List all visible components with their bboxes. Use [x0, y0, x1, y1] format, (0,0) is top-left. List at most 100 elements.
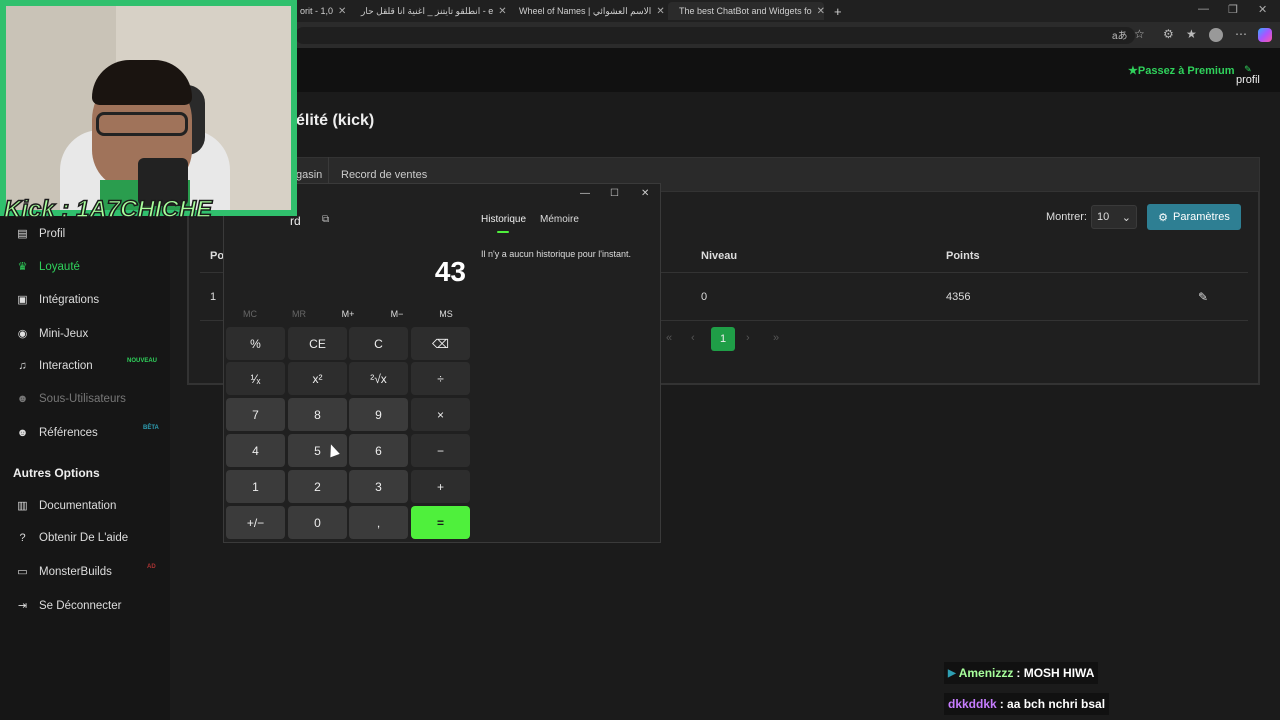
close-icon[interactable]: ✕ [1258, 3, 1267, 16]
calc-key-decimal[interactable]: , [349, 506, 408, 539]
more-menu-icon[interactable]: ⋯ [1235, 27, 1247, 41]
maximize-icon[interactable]: ❐ [1228, 3, 1238, 16]
sidebar-item-interaction[interactable]: ♫ Interaction [16, 360, 92, 372]
calc-key-ce[interactable]: CE [288, 327, 347, 360]
calc-key-clear[interactable]: C [349, 327, 408, 360]
calc-key-minus[interactable]: − [411, 434, 470, 467]
users-icon: ☻ [16, 427, 29, 439]
calc-mode-title: rd [290, 214, 301, 228]
profile-link[interactable]: ✎ profil [1236, 64, 1260, 86]
chevron-down-icon: ⌄ [1121, 212, 1131, 224]
calc-key-equals[interactable]: = [411, 506, 470, 539]
calc-key-sqrt[interactable]: ²√x [349, 362, 408, 395]
calc-key-8[interactable]: 8 [288, 398, 347, 431]
calc-key-square[interactable]: x² [288, 362, 347, 395]
calc-key-6[interactable]: 6 [349, 434, 408, 467]
mem-mr[interactable]: MR [279, 309, 319, 319]
tab-historique[interactable]: Historique [481, 214, 526, 225]
calc-key-0[interactable]: 0 [288, 506, 347, 539]
browser-tab-3[interactable]: Wheel of Names | الاسم العشوائي ✕ [508, 2, 664, 20]
calc-key-plus[interactable]: + [411, 470, 470, 503]
calc-key-divide[interactable]: ÷ [411, 362, 470, 395]
user-card-icon: ▤ [17, 228, 28, 240]
sidebar-item-loyaute[interactable]: ♛ Loyauté [16, 260, 80, 274]
pagination-prev[interactable]: ‹ [691, 332, 695, 344]
sidebar-item-monsterbuilds[interactable]: ▭ MonsterBuilds [16, 565, 112, 579]
kick-badge-icon: ▶ [948, 667, 956, 679]
favorite-star-icon[interactable]: ☆ [1134, 27, 1145, 41]
mem-mc[interactable]: MC [230, 309, 270, 319]
browser-tab-1[interactable]: orit - 1,0 ✕ [294, 2, 346, 20]
pagination-current[interactable]: 1 [711, 327, 735, 351]
sidebar-item-profil[interactable]: ▤ Profil [16, 227, 65, 241]
keep-on-top-icon[interactable]: ⧉ [322, 214, 329, 225]
book-icon: ▥ [17, 500, 28, 512]
browser-tab-4-active[interactable]: The best ChatBot and Widgets fo ✕ [668, 2, 824, 20]
close-tab-icon[interactable]: ✕ [656, 6, 664, 17]
mem-ms[interactable]: MS [426, 309, 466, 319]
calc-key-backspace[interactable]: ⌫ [411, 327, 470, 360]
read-aloud-icon[interactable]: aあ [1112, 27, 1128, 42]
tab-magasin[interactable]: gasin [296, 169, 322, 181]
sidebar-item-aide[interactable]: ? Obtenir De L'aide [16, 532, 128, 544]
streamer-hair [92, 60, 192, 105]
pencil-icon: ✎ [1244, 64, 1252, 74]
close-tab-icon[interactable]: ✕ [338, 6, 346, 17]
laptop-icon: ▭ [17, 566, 28, 578]
music-icon: ♫ [18, 360, 27, 372]
calc-display: 43 [434, 256, 466, 287]
mem-mplus[interactable]: M+ [328, 309, 368, 319]
pagination-last[interactable]: » [773, 332, 779, 344]
close-tab-icon[interactable]: ✕ [498, 6, 506, 17]
trophy-icon: ♛ [17, 261, 28, 273]
calc-key-percent[interactable]: % [226, 327, 285, 360]
copilot-icon[interactable] [1258, 28, 1272, 42]
calc-key-3[interactable]: 3 [349, 470, 408, 503]
tab-memoire[interactable]: Mémoire [540, 214, 579, 225]
profile-avatar-icon[interactable] [1209, 28, 1223, 42]
sidebar-item-sous-utilisateurs[interactable]: ☻ Sous-Utilisateurs [16, 393, 126, 405]
calc-key-4[interactable]: 4 [226, 434, 285, 467]
calc-key-2[interactable]: 2 [288, 470, 347, 503]
pagination-first[interactable]: « [666, 332, 672, 344]
calc-key-reciprocal[interactable]: ¹⁄ₓ [226, 362, 285, 395]
sidebar-item-deconnecter[interactable]: ⇥ Se Déconnecter [16, 599, 122, 613]
new-tab-button[interactable]: + [828, 2, 848, 20]
calc-close-icon[interactable]: ✕ [641, 188, 649, 199]
calc-key-9[interactable]: 9 [349, 398, 408, 431]
calc-maximize-icon[interactable]: ☐ [610, 188, 619, 199]
sidebar-item-integrations[interactable]: ▣ Intégrations [16, 293, 99, 307]
chat-text: : aa bch nchri bsal [999, 697, 1106, 711]
browser-tab-2[interactable]: انطلقو تايتنز _ اغنية انا قلقل حار - e ✕ [350, 2, 506, 20]
edit-pencil-icon[interactable]: ✎ [1198, 290, 1208, 304]
show-label: Montrer: [1046, 211, 1087, 223]
chat-message: ▶ Amenizzz : MOSH HIWA [944, 662, 1099, 684]
botrix-icon [671, 8, 677, 14]
pagination-next[interactable]: › [746, 332, 750, 344]
table-cell-niveau: 0 [701, 291, 708, 303]
logout-icon: ⇥ [17, 600, 28, 612]
chat-username: dkkddkk [948, 697, 997, 711]
favorites-icon[interactable]: ★ [1186, 27, 1197, 41]
show-count-select[interactable]: 10 ⌄ [1091, 205, 1137, 229]
sidebar-item-minijeux[interactable]: ◉ Mini-Jeux [16, 327, 89, 341]
calc-minimize-icon[interactable]: — [580, 188, 590, 199]
close-tab-icon[interactable]: ✕ [817, 6, 824, 17]
premium-link[interactable]: ★Passez à Premium [1128, 64, 1235, 77]
sidebar-item-documentation[interactable]: ▥ Documentation [16, 499, 116, 513]
parametres-button[interactable]: ⚙ Paramètres [1147, 204, 1241, 230]
minimize-icon[interactable]: — [1198, 3, 1209, 15]
gamepad-icon: ◉ [17, 328, 28, 340]
extensions-icon[interactable]: ⚙ [1163, 27, 1174, 41]
calc-key-multiply[interactable]: × [411, 398, 470, 431]
table-cell-points: 4356 [946, 291, 971, 303]
tab-record-ventes[interactable]: Record de ventes [341, 169, 427, 181]
calc-key-7[interactable]: 7 [226, 398, 285, 431]
calc-key-negate[interactable]: +/− [226, 506, 285, 539]
mem-mminus[interactable]: M− [377, 309, 417, 319]
sidebar-item-references[interactable]: ☻ Références [16, 427, 98, 439]
address-bar[interactable] [295, 27, 1135, 44]
calc-key-1[interactable]: 1 [226, 470, 285, 503]
glasses [96, 112, 188, 136]
ad-badge: AD [147, 564, 156, 570]
